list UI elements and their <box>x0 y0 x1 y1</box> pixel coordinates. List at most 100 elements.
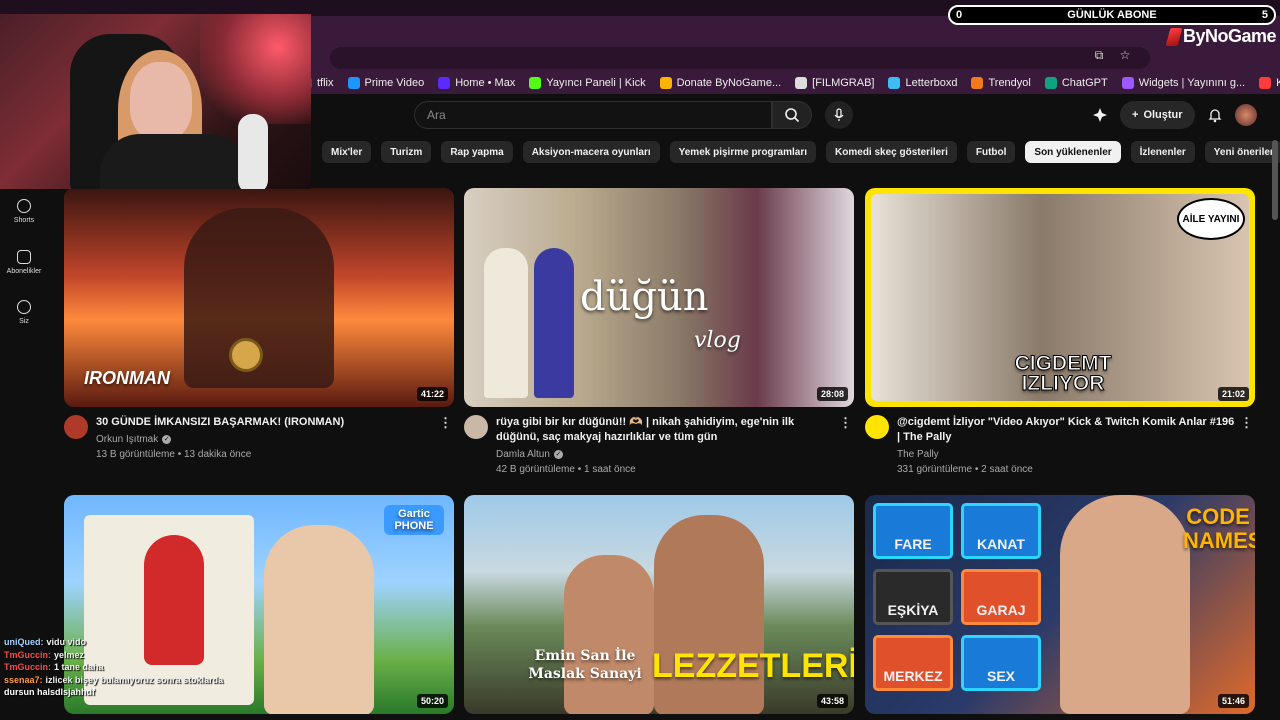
video-thumbnail[interactable]: FARE KANAT EŞKİYA GARAJ MERKEZ SEX CODE … <box>865 495 1255 714</box>
video-duration: 43:58 <box>816 694 848 708</box>
filter-chip[interactable]: Futbol <box>966 141 1016 163</box>
search-icon <box>785 108 800 123</box>
bookmark-item[interactable]: [FILMGRAB] <box>795 77 874 89</box>
rail-item-shorts[interactable]: Shorts <box>4 199 44 224</box>
premium-sparkle-icon[interactable] <box>1092 107 1108 123</box>
thumbnail-figure <box>1060 495 1190 714</box>
bookmark-item[interactable]: Trendyol <box>971 77 1031 89</box>
counter-right-value: 5 <box>1261 9 1268 21</box>
bookmark-item[interactable]: ChatGPT <box>1044 77 1108 89</box>
video-title[interactable]: @cigdemt İzliyor "Video Akıyor" Kick & T… <box>897 415 1235 445</box>
chat-username: TmGuccin: <box>4 649 52 660</box>
video-duration: 21:02 <box>1217 387 1249 401</box>
video-card[interactable]: FARE KANAT EŞKİYA GARAJ MERKEZ SEX CODE … <box>865 495 1255 714</box>
channel-avatar[interactable] <box>64 415 88 439</box>
chat-text: yelmez <box>54 649 85 660</box>
bookmark-label: Trendyol <box>988 77 1031 89</box>
account-avatar[interactable] <box>1234 104 1257 126</box>
video-thumbnail[interactable]: Emin San İle Maslak Sanayi LEZZETLERİ 43… <box>464 495 854 714</box>
brand-mark-icon <box>1165 27 1183 46</box>
video-thumbnail[interactable]: IRONMAN 41:22 <box>64 188 454 407</box>
video-thumbnail[interactable]: düğün vlog 28:08 <box>464 188 854 407</box>
video-stats: 13 B görüntüleme • 13 dakika önce <box>96 449 252 460</box>
bookmark-item[interactable]: Yayıncı Paneli | Kick <box>529 77 646 89</box>
bookmark-favicon-icon <box>1259 77 1272 89</box>
screen: ⧉ ☆ tflix Prime Video Home • Max Yayıncı Pa… <box>0 0 1280 720</box>
codenames-card: KANAT <box>961 503 1041 559</box>
bookmark-favicon-icon <box>795 77 808 89</box>
bookmark-star-icon[interactable]: ☆ <box>1118 48 1132 62</box>
filter-chip[interactable]: Komedi skeç gösterileri <box>826 141 957 163</box>
video-card[interactable]: IRONMAN 41:22 30 GÜNDE İMKANSIZI BAŞARMA… <box>64 188 454 460</box>
filter-chip[interactable]: Son yüklenenler <box>1025 141 1121 163</box>
bookmark-item[interactable]: Donate ByNoGame... <box>659 77 781 89</box>
shorts-icon <box>17 199 31 213</box>
voice-search-button[interactable] <box>825 101 853 129</box>
rail-label: Siz <box>19 318 29 325</box>
bookmark-item[interactable]: Kick to Reels — by... <box>1259 77 1280 89</box>
page-scrollbar[interactable] <box>1272 140 1278 220</box>
filter-chip[interactable]: Yemek pişirme programları <box>669 141 817 163</box>
create-label: Oluştur <box>1143 109 1183 121</box>
video-card[interactable]: CIGDEMT IZLIYOR AİLE YAYINI 21:02 @cigde… <box>865 188 1255 475</box>
notifications-bell-icon[interactable] <box>1207 107 1223 123</box>
rail-item-you[interactable]: Siz <box>4 300 44 325</box>
chat-username: dursun halsdlsjahhdf <box>4 687 96 697</box>
bookmark-favicon-icon <box>971 77 984 89</box>
channel-avatar[interactable] <box>464 415 488 439</box>
address-bar-actions: ⧉ ☆ <box>1092 48 1132 62</box>
bookmark-label: tflix <box>317 77 334 89</box>
video-duration: 50:20 <box>416 694 448 708</box>
thumbnail-subcaption: vlog <box>694 328 741 353</box>
bookmark-item[interactable]: Widgets | Yayınını g... <box>1121 77 1245 89</box>
bookmark-favicon-icon <box>529 77 542 89</box>
codenames-card: MERKEZ <box>873 635 953 691</box>
bookmark-item[interactable]: Prime Video <box>347 77 425 89</box>
install-app-icon[interactable]: ⧉ <box>1092 48 1106 62</box>
channel-name[interactable]: Damla Altun <box>496 449 550 460</box>
webcam-lamp <box>200 14 311 124</box>
bookmark-label: [FILMGRAB] <box>812 77 875 89</box>
filter-chip[interactable]: Mix'ler <box>322 141 372 163</box>
thumbnail-badge: AİLE YAYINI <box>1177 198 1245 240</box>
chat-message: TmGuccin: yelmez <box>4 649 304 662</box>
filter-chip[interactable]: İzlenenler <box>1130 141 1195 163</box>
video-title[interactable]: rüya gibi bir kır düğünü!! 🫶🏼 | nikah şa… <box>496 415 834 445</box>
search-button[interactable] <box>772 101 812 129</box>
more-options-icon[interactable]: ⋮ <box>839 415 852 431</box>
bookmark-label: Letterboxd <box>905 77 958 89</box>
codenames-card: SEX <box>961 635 1041 691</box>
filter-chip[interactable]: Turizm <box>381 141 432 163</box>
search-input[interactable]: Ara <box>414 101 772 129</box>
create-button[interactable]: + Oluştur <box>1120 101 1195 129</box>
video-title[interactable]: 30 GÜNDE İMKANSIZI BAŞARMAK! (IRONMAN) <box>96 415 434 430</box>
bookmark-item[interactable]: Letterboxd <box>888 77 957 89</box>
chat-text: vidu vido <box>46 637 87 647</box>
address-bar[interactable] <box>330 47 1150 69</box>
filter-chip[interactable]: Aksiyon-macera oyunları <box>522 141 660 163</box>
thumbnail-caption: CODE NAMES <box>1183 504 1255 553</box>
brand-logo: ByNoGame <box>1165 26 1277 47</box>
codenames-card: GARAJ <box>961 569 1041 625</box>
chat-message: uniQued: vidu vido <box>4 636 304 649</box>
more-options-icon[interactable]: ⋮ <box>439 415 452 431</box>
chat-message: TmGuccin: 1 tane daha <box>4 661 304 674</box>
filter-chip[interactable]: Rap yapma <box>441 141 513 163</box>
rail-label: Shorts <box>13 217 35 224</box>
thumbnail-caption: IRONMAN <box>84 368 170 388</box>
bookmark-item[interactable]: Home • Max <box>438 77 515 89</box>
video-card[interactable]: Emin San İle Maslak Sanayi LEZZETLERİ 43… <box>464 495 854 714</box>
bookmark-label: Prime Video <box>364 77 425 89</box>
channel-name[interactable]: Orkun Işıtmak <box>96 434 158 445</box>
subscriptions-icon <box>17 250 31 264</box>
video-thumbnail[interactable]: CIGDEMT IZLIYOR AİLE YAYINI 21:02 <box>865 188 1255 407</box>
more-options-icon[interactable]: ⋮ <box>1240 415 1253 431</box>
video-card[interactable]: düğün vlog 28:08 rüya gibi bir kır düğün… <box>464 188 854 475</box>
channel-avatar[interactable] <box>865 415 889 439</box>
rail-item-subscriptions[interactable]: Abonelikler <box>4 250 44 275</box>
filter-chip[interactable]: Yeni öneriler <box>1204 141 1280 163</box>
channel-name[interactable]: The Pally <box>897 449 939 460</box>
thumbnail-figure <box>484 248 528 398</box>
thumbnail-subcaption: Emin San İle Maslak Sanayi <box>528 648 642 682</box>
verified-badge-icon: ✓ <box>162 435 172 444</box>
